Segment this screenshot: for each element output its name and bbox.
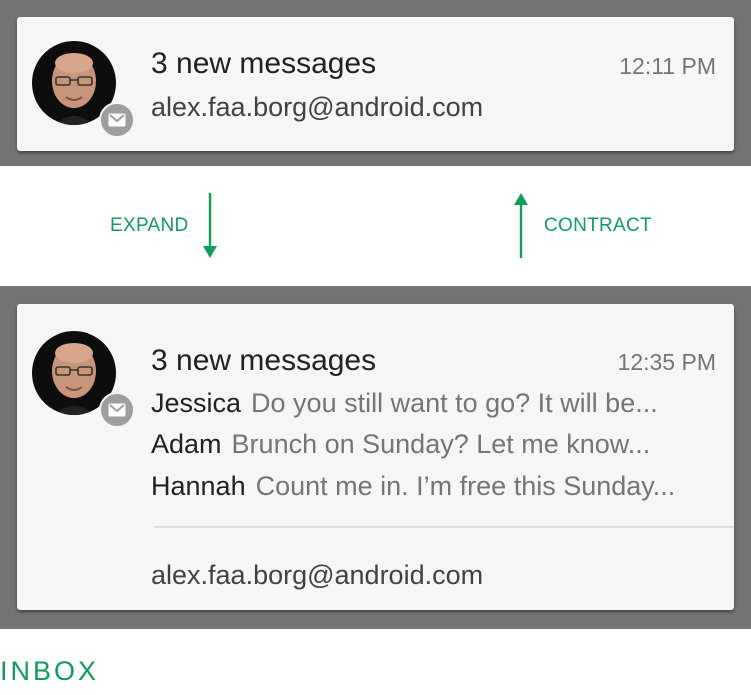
- list-item[interactable]: Jessica Do you still want to go? It will …: [151, 388, 658, 419]
- list-item[interactable]: Adam Brunch on Sunday? Let me know...: [151, 429, 650, 460]
- style-label: INBOX: [0, 656, 100, 686]
- contract-label: CONTRACT: [544, 215, 652, 236]
- notification-account: alex.faa.borg@android.com: [151, 92, 484, 122]
- notification-title: 3 new messages: [151, 47, 377, 80]
- notification-account: alex.faa.borg@android.com: [151, 560, 484, 590]
- message-preview: Do you still want to go? It will be...: [251, 388, 658, 418]
- message-sender: Adam: [151, 429, 222, 459]
- message-sender: Jessica: [151, 388, 242, 418]
- notification-time: 12:11 PM: [619, 53, 716, 79]
- arrow-up-icon: [514, 193, 528, 258]
- message-preview: Brunch on Sunday? Let me know...: [231, 429, 651, 459]
- arrow-down-icon: [203, 193, 217, 258]
- divider: [154, 526, 734, 528]
- notification-title: 3 new messages: [151, 344, 377, 377]
- gmail-icon: [99, 392, 135, 428]
- notification-card-expanded[interactable]: 3 new messages 12:35 PM Jessica Do you st…: [17, 304, 734, 610]
- notification-time: 12:35 PM: [617, 349, 716, 375]
- message-sender: Hannah: [151, 471, 246, 501]
- gmail-icon: [99, 102, 135, 138]
- message-preview: Count me in. I’m free this Sunday...: [255, 471, 676, 501]
- notification-card-collapsed[interactable]: 3 new messages 12:11 PM alex.faa.borg@an…: [17, 17, 734, 151]
- list-item[interactable]: Hannah Count me in. I’m free this Sunday.…: [151, 471, 675, 502]
- expand-label: EXPAND: [110, 215, 189, 236]
